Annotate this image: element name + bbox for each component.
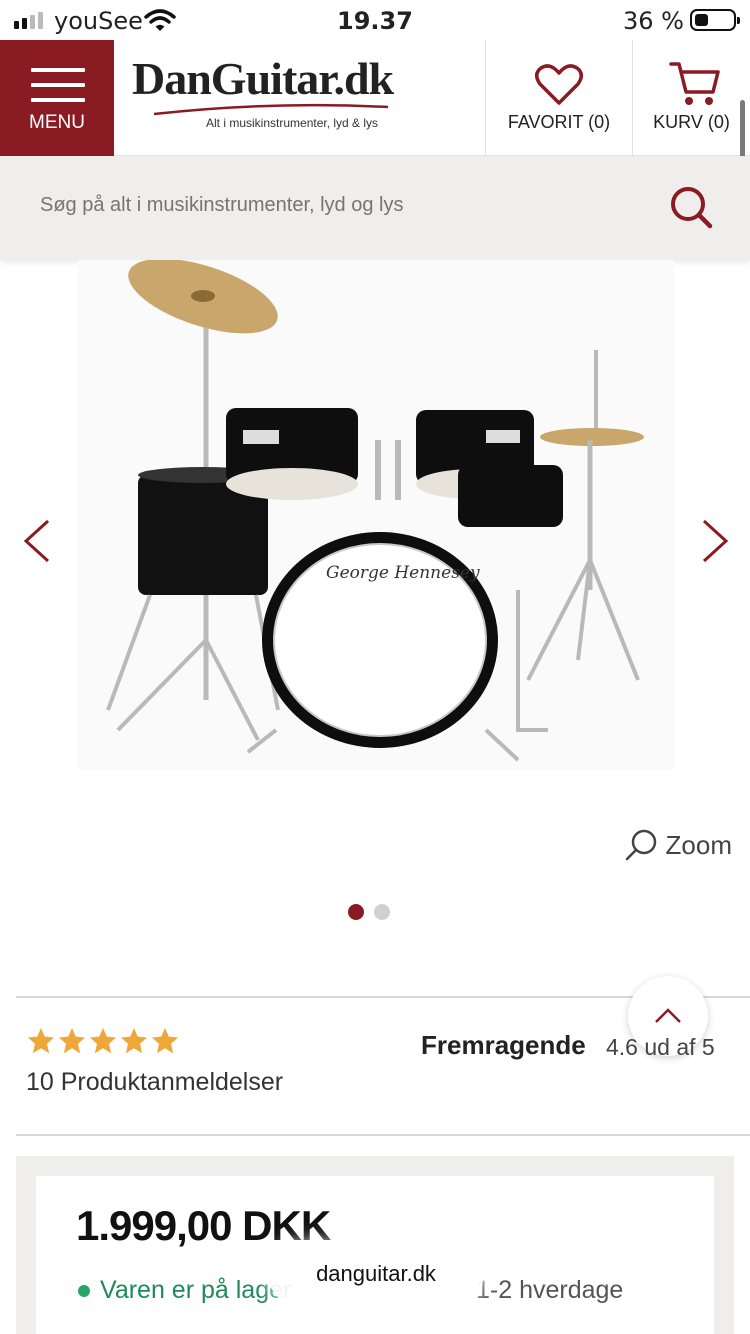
- status-bar: youSee 19.37 36 %: [0, 0, 750, 40]
- gallery-pagination: [348, 904, 390, 920]
- rating-score: 4.6 ud af 5: [606, 1034, 715, 1060]
- product-image-drum-kit[interactable]: George Hennesey: [78, 260, 674, 770]
- rating-summary[interactable]: 10 Produktanmeldelser Fremragende 4.6 ud…: [26, 1026, 726, 1106]
- magnifier-icon: [625, 829, 656, 861]
- product-gallery: George Hennesey Zoom: [0, 260, 750, 960]
- favorites-button[interactable]: FAVORIT (0): [486, 40, 632, 156]
- gallery-dot-2[interactable]: [374, 904, 390, 920]
- menu-button[interactable]: MENU: [0, 40, 114, 156]
- logo-swoosh: [153, 103, 389, 116]
- star-icon: [89, 1027, 117, 1054]
- divider: [16, 1134, 750, 1136]
- in-stock-dot-icon: [78, 1284, 90, 1297]
- search-bar: [0, 156, 750, 260]
- stock-status-text: Varen er på lager: [100, 1276, 292, 1304]
- hamburger-icon: [31, 68, 85, 113]
- star-icon: [151, 1027, 179, 1054]
- star-icon: [58, 1027, 86, 1054]
- cart-icon: [669, 62, 720, 105]
- battery-percentage: 36 %: [623, 7, 684, 35]
- search-input[interactable]: [40, 194, 640, 217]
- previous-image-arrow[interactable]: [20, 518, 54, 564]
- zoom-button[interactable]: Zoom: [624, 828, 732, 862]
- favorites-label: FAVORIT (0): [507, 112, 611, 132]
- menu-label: MENU: [29, 112, 85, 133]
- logo-wordmark: DanGuitar.dk: [132, 53, 394, 104]
- battery-icon: [690, 9, 740, 31]
- next-image-arrow[interactable]: [698, 518, 732, 564]
- review-count-link[interactable]: 10 Produktanmeldelser: [26, 1068, 283, 1097]
- browser-url-bar[interactable]: danguitar.dk: [268, 1242, 484, 1306]
- site-logo[interactable]: DanGuitar.dk Alt i musikinstrumenter, ly…: [132, 53, 394, 136]
- cart-button[interactable]: KURV (0): [633, 40, 750, 156]
- chevron-up-icon: [655, 1008, 681, 1023]
- stock-status: Varen er på lager: [78, 1276, 291, 1305]
- delivery-time: 1-2 hverdage: [476, 1276, 624, 1304]
- rating-label: Fremragende: [421, 1030, 586, 1060]
- drum-brand-text: George Hennesey: [326, 563, 480, 583]
- search-icon[interactable]: [668, 184, 714, 230]
- cart-label: KURV (0): [653, 112, 730, 132]
- star-rating: [26, 1026, 180, 1056]
- star-icon: [120, 1027, 148, 1054]
- zoom-label: Zoom: [665, 829, 732, 860]
- heart-icon: [535, 64, 583, 105]
- gallery-dot-1[interactable]: [348, 904, 364, 920]
- star-icon: [27, 1027, 55, 1054]
- logo-tagline: Alt i musikinstrumenter, lyd & lys: [206, 116, 379, 130]
- site-header: MENU DanGuitar.dk Alt i musikinstrumente…: [0, 40, 750, 156]
